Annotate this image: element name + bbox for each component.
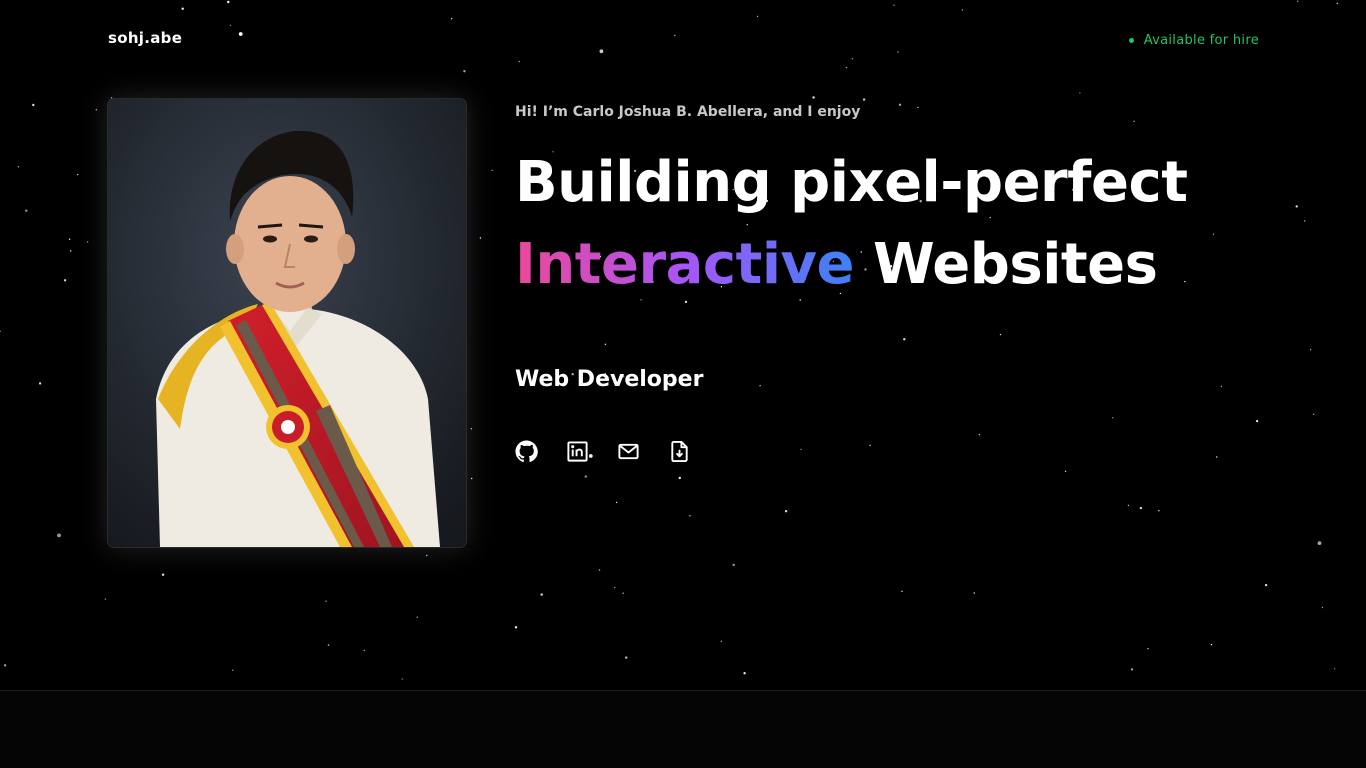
- star: [1321, 606, 1324, 609]
- intro-text: Hi! I’m Carlo Joshua B. Abellera, and I …: [515, 104, 861, 120]
- status-dot-icon: [1128, 38, 1134, 43]
- headline-line2-rest: Websites: [873, 232, 1158, 297]
- star: [327, 644, 330, 646]
- star: [104, 598, 107, 600]
- star: [232, 669, 234, 671]
- star: [1133, 120, 1135, 123]
- role-title: Web Developer: [515, 367, 704, 392]
- star: [862, 98, 866, 101]
- linkedin-icon: [567, 441, 588, 462]
- headline: Building pixel-perfect Interactive Websi…: [515, 142, 1188, 306]
- star: [57, 533, 61, 538]
- star: [1216, 456, 1218, 458]
- star: [540, 593, 543, 596]
- star: [1139, 506, 1143, 510]
- star: [479, 237, 482, 239]
- lower-section: [0, 691, 1366, 768]
- star: [25, 209, 28, 212]
- star: [514, 626, 518, 629]
- star: [363, 649, 365, 652]
- star: [604, 343, 607, 345]
- star: [1255, 419, 1259, 423]
- star: [973, 592, 975, 594]
- star: [471, 477, 473, 480]
- star: [625, 656, 628, 659]
- star: [999, 333, 1002, 336]
- star: [812, 96, 815, 99]
- star: [0, 330, 1, 332]
- star: [903, 338, 906, 341]
- section-divider: [0, 690, 1366, 691]
- star: [869, 444, 871, 446]
- star: [1304, 220, 1306, 222]
- resume-download-link[interactable]: [668, 440, 691, 463]
- star: [416, 616, 418, 618]
- star: [1317, 541, 1322, 545]
- availability-status: Available for hire: [1128, 33, 1259, 48]
- star: [1334, 668, 1336, 670]
- github-icon: [515, 440, 538, 462]
- linkedin-link[interactable]: [566, 440, 589, 463]
- star: [901, 590, 903, 592]
- star: [732, 563, 735, 567]
- star: [1079, 92, 1081, 94]
- star: [1295, 205, 1298, 208]
- star: [325, 600, 327, 602]
- star: [161, 573, 165, 576]
- star: [584, 475, 587, 478]
- brand-logo[interactable]: sohj.abe: [108, 29, 182, 47]
- star: [1220, 385, 1223, 388]
- star: [743, 672, 746, 675]
- star: [689, 515, 691, 517]
- star: [678, 476, 681, 480]
- star: [426, 554, 428, 557]
- star: [68, 238, 71, 240]
- star: [1064, 470, 1067, 472]
- star: [1212, 233, 1215, 235]
- star: [615, 501, 618, 504]
- star: [1310, 349, 1312, 351]
- star: [1312, 413, 1315, 415]
- star: [720, 640, 723, 642]
- star: [1264, 583, 1268, 587]
- star: [917, 106, 919, 109]
- star: [491, 169, 493, 172]
- star: [800, 448, 802, 451]
- availability-label: Available for hire: [1143, 33, 1259, 48]
- star: [1147, 647, 1149, 650]
- star: [784, 510, 788, 513]
- profile-photo: [107, 98, 467, 548]
- star: [63, 279, 67, 282]
- star: [759, 385, 761, 387]
- headline-line1: Building pixel-perfect: [515, 150, 1188, 215]
- star: [1127, 504, 1130, 507]
- star: [38, 382, 42, 385]
- star: [95, 109, 98, 111]
- star: [978, 433, 981, 436]
- star: [1210, 643, 1213, 646]
- site-header: sohj.abe Available for hire: [0, 0, 1366, 80]
- headline-highlight: Interactive: [515, 232, 855, 297]
- star: [622, 592, 624, 594]
- star: [1111, 417, 1114, 419]
- star: [17, 166, 20, 168]
- star: [70, 250, 72, 252]
- star: [1158, 510, 1160, 512]
- social-links: [515, 440, 691, 463]
- star: [1130, 668, 1134, 671]
- file-download-icon: [671, 440, 688, 463]
- star: [898, 103, 902, 107]
- star: [613, 586, 616, 589]
- star: [32, 103, 35, 107]
- mail-icon: [618, 443, 639, 460]
- star: [86, 241, 89, 243]
- star: [598, 569, 601, 571]
- star: [3, 664, 7, 667]
- star: [470, 428, 473, 430]
- github-link[interactable]: [515, 440, 538, 463]
- email-link[interactable]: [617, 440, 640, 463]
- star: [76, 173, 79, 176]
- star: [401, 678, 403, 680]
